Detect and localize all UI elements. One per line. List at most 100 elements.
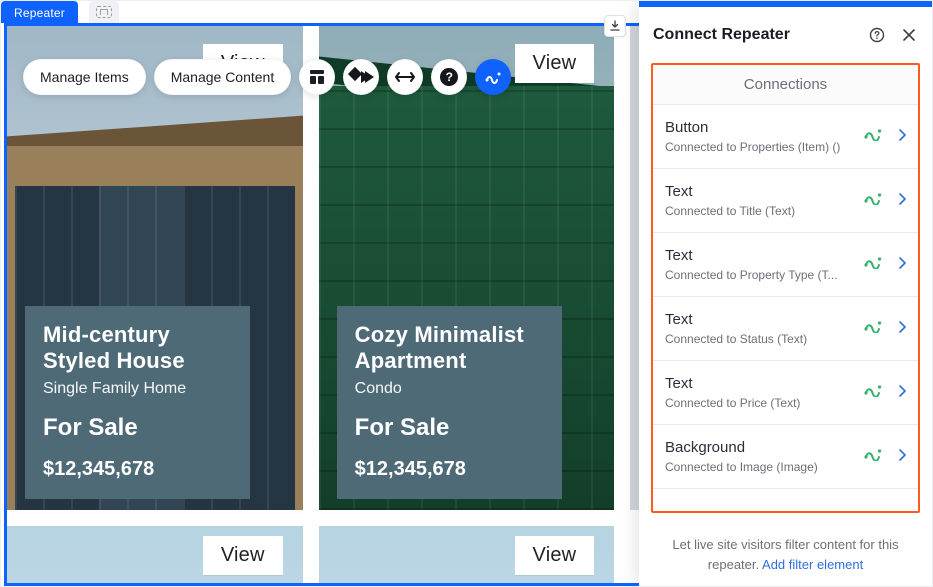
panel-head-icons: [868, 26, 918, 44]
connection-meta: Text Connected to Price (Text): [665, 375, 800, 410]
connection-chevron[interactable]: [898, 192, 906, 210]
layout-button[interactable]: [299, 59, 335, 95]
card-1[interactable]: View Mid-century Styled House Single Fam…: [7, 26, 303, 510]
view-button[interactable]: View: [203, 536, 283, 575]
connection-label: Background: [665, 439, 818, 456]
connection-chevron[interactable]: [898, 256, 906, 274]
connection-label: Text: [665, 183, 795, 200]
animations-icon: [350, 69, 372, 85]
chevron-right-icon: [898, 385, 906, 397]
panel-title: Connect Repeater: [653, 26, 790, 44]
connections-heading: Connections: [653, 65, 918, 105]
connection-icon: [864, 127, 882, 141]
connection-icon: [864, 319, 882, 333]
tab-repeater-label: Repeater: [14, 6, 65, 20]
connection-ctrls: [864, 383, 906, 402]
connection-label: Text: [665, 247, 838, 264]
layout-icon: [308, 68, 326, 86]
connection-label: Text: [665, 375, 800, 392]
download-button[interactable]: [604, 15, 626, 37]
connection-icon: [864, 255, 882, 269]
connection-sub: Connected to Title (Text): [665, 204, 795, 218]
connection-row[interactable]: Button Connected to Properties (Item) (): [653, 105, 918, 169]
card-2-title: Cozy Minimalist Apartment: [355, 322, 544, 374]
connection-sub: Connected to Property Type (T...: [665, 268, 838, 282]
stretch-button[interactable]: [387, 59, 423, 95]
connection-icon: [864, 383, 882, 397]
view-button[interactable]: View: [515, 44, 595, 83]
connection-link-icon: [864, 319, 882, 338]
connection-chevron[interactable]: [898, 128, 906, 146]
connection-link-icon: [864, 191, 882, 210]
connection-chevron[interactable]: [898, 448, 906, 466]
connection-row[interactable]: Text Connected to Price (Text): [653, 361, 918, 425]
card-4[interactable]: View: [7, 526, 303, 586]
connection-row[interactable]: Text Connected to Status (Text): [653, 297, 918, 361]
card-1-info: Mid-century Styled House Single Family H…: [25, 306, 250, 499]
stretch-icon: [395, 70, 415, 84]
card-2-info: Cozy Minimalist Apartment Condo For Sale…: [337, 306, 562, 499]
panel-head: Connect Repeater: [639, 7, 932, 63]
chevron-right-icon: [898, 449, 906, 461]
manage-content-label: Manage Content: [171, 69, 275, 85]
view-button-label: View: [533, 544, 577, 566]
connection-sub: Connected to Image (Image): [665, 460, 818, 474]
connection-chevron[interactable]: [898, 384, 906, 402]
card-2-status: For Sale: [355, 414, 544, 442]
help-icon: [869, 27, 885, 43]
chevron-right-icon: [898, 321, 906, 333]
connection-meta: Text Connected to Title (Text): [665, 183, 795, 218]
connection-meta: Text Connected to Status (Text): [665, 311, 807, 346]
connection-ctrls: [864, 319, 906, 338]
connection-sub: Connected to Price (Text): [665, 396, 800, 410]
card-1-type: Single Family Home: [43, 380, 232, 398]
tab-secondary[interactable]: [89, 1, 119, 23]
container-icon: [96, 6, 112, 18]
connection-ctrls: [864, 255, 906, 274]
connection-ctrls: [864, 127, 906, 146]
connection-chevron[interactable]: [898, 320, 906, 338]
help-button[interactable]: ?: [431, 59, 467, 95]
connection-sub: Connected to Properties (Item) (): [665, 140, 840, 154]
floating-toolbar: Manage Items Manage Content ?: [23, 59, 511, 95]
connection-icon: [864, 191, 882, 205]
connection-meta: Text Connected to Property Type (T...: [665, 247, 838, 282]
animations-button[interactable]: [343, 59, 379, 95]
connection-meta: Button Connected to Properties (Item) (): [665, 119, 840, 154]
view-button-label: View: [533, 52, 577, 74]
connection-label: Text: [665, 311, 807, 328]
stage: Repeater View Mid-century Styled House S…: [0, 0, 933, 587]
connection-row[interactable]: Text Connected to Title (Text): [653, 169, 918, 233]
manage-items-label: Manage Items: [40, 69, 129, 85]
connection-sub: Connected to Status (Text): [665, 332, 807, 346]
connection-ctrls: [864, 447, 906, 466]
chevron-right-icon: [898, 193, 906, 205]
connection-row[interactable]: Background Connected to Image (Image): [653, 425, 918, 489]
connections-section: Connections Button Connected to Properti…: [651, 63, 920, 513]
connect-button[interactable]: [475, 59, 511, 95]
view-button-label: View: [221, 544, 265, 566]
add-filter-link[interactable]: Add filter element: [762, 557, 863, 572]
card-2[interactable]: View Cozy Minimalist Apartment Condo For…: [319, 26, 615, 510]
connect-panel: Connect Repeater Connections Button Conn…: [639, 1, 932, 586]
connection-link-icon: [864, 447, 882, 466]
connection-meta: Background Connected to Image (Image): [665, 439, 818, 474]
manage-content-button[interactable]: Manage Content: [154, 59, 292, 95]
download-icon: [609, 20, 621, 32]
connection-ctrls: [864, 191, 906, 210]
view-button[interactable]: View: [515, 536, 595, 575]
connection-link-icon: [864, 383, 882, 402]
card-1-price: $12,345,678: [43, 458, 232, 481]
tab-repeater[interactable]: Repeater: [1, 1, 78, 23]
manage-items-button[interactable]: Manage Items: [23, 59, 146, 95]
chevron-right-icon: [898, 129, 906, 141]
connections-list[interactable]: Button Connected to Properties (Item) ()…: [653, 105, 918, 511]
connect-icon: [484, 68, 502, 86]
panel-close-button[interactable]: [900, 26, 918, 44]
panel-footer: Let live site visitors filter content fo…: [639, 525, 932, 586]
connection-row[interactable]: Text Connected to Property Type (T...: [653, 233, 918, 297]
help-icon: ?: [440, 68, 458, 86]
connection-link-icon: [864, 127, 882, 146]
panel-help-button[interactable]: [868, 26, 886, 44]
card-5[interactable]: View: [319, 526, 615, 586]
